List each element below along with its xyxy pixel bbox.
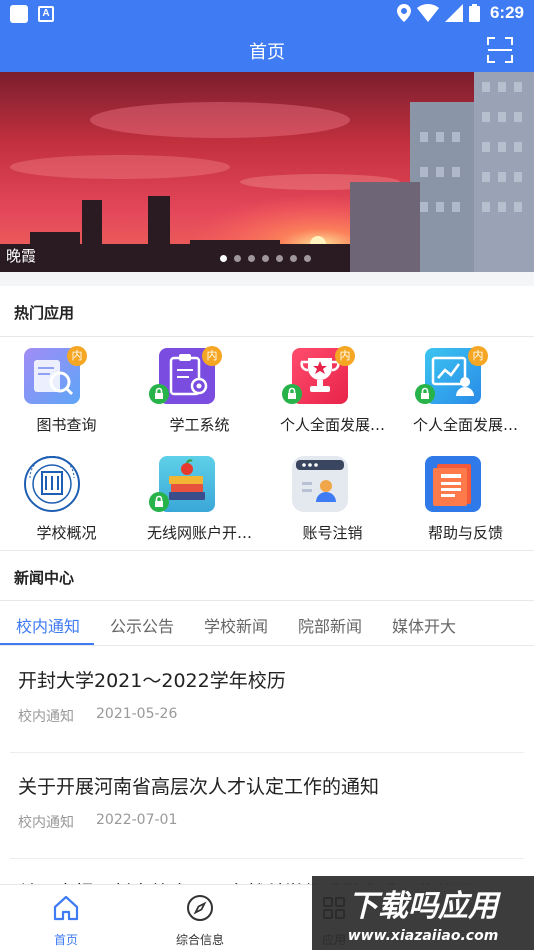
nav-label: 首页 <box>53 933 78 947</box>
divider <box>10 858 524 859</box>
news-center-title: 新闻中心 <box>14 569 75 587</box>
status-time: 6:29 <box>489 3 524 22</box>
app-label: 帮助与反馈 <box>427 524 503 542</box>
lock-icon <box>149 492 169 512</box>
carousel-dot[interactable] <box>248 255 255 262</box>
divider <box>10 752 524 753</box>
banner-carousel[interactable]: 晚霞 <box>0 72 534 272</box>
status-bar: A 6:29 <box>0 0 534 28</box>
compass-icon <box>187 895 213 921</box>
carousel-dot[interactable] <box>220 255 227 262</box>
carousel-dot[interactable] <box>276 255 283 262</box>
battery-icon <box>468 4 480 22</box>
carousel-dot[interactable] <box>262 255 269 262</box>
tab-campus-notice[interactable]: 校内通知 <box>16 613 80 637</box>
app-label: 个人全面发展… <box>412 416 518 434</box>
app-label: 图书查询 <box>36 416 97 434</box>
news-date: 2021-05-26 <box>96 706 178 722</box>
app-label: 个人全面发展… <box>279 416 385 434</box>
section-gap <box>0 272 534 286</box>
news-item[interactable]: 关于开展河南省高层次人才认定工作的通知 校内通知 2022-07-01 <box>18 772 518 858</box>
app-label: 无线网账户开… <box>146 524 252 542</box>
tab-public-announcement[interactable]: 公示公告 <box>110 613 174 637</box>
app-account-cancel[interactable]: 账号注销 <box>266 456 399 562</box>
lock-icon <box>415 384 435 404</box>
home-icon <box>53 895 79 921</box>
page-title: 首页 <box>249 42 285 63</box>
lock-icon <box>282 384 302 404</box>
divider <box>0 550 534 551</box>
news-item[interactable]: 开封大学2021～2022学年校历 校内通知 2021-05-26 <box>18 666 518 752</box>
internal-badge: 内 <box>202 346 222 366</box>
carousel-dot[interactable] <box>234 255 241 262</box>
tab-school-news[interactable]: 学校新闻 <box>204 613 268 637</box>
svg-text:www.xiazaiiao.com: www.xiazaiiao.com <box>348 928 499 944</box>
app-label: 账号注销 <box>302 524 363 542</box>
carousel-dot[interactable] <box>290 255 297 262</box>
nav-info[interactable]: 综合信息 <box>150 893 250 948</box>
a-square-icon: A <box>38 6 54 22</box>
banner-caption: 晚霞 <box>6 247 37 265</box>
wifi-icon <box>416 4 439 22</box>
news-tabs: 校内通知 公示公告 学校新闻 院部新闻 媒体开大 <box>0 601 534 646</box>
app-label: 学工系统 <box>169 416 230 434</box>
app-header: 首页 <box>0 28 534 72</box>
news-title: 关于开展河南省高层次人才认定工作的通知 <box>18 776 380 798</box>
app-wifi-account[interactable]: 无线网账户开… <box>133 456 266 562</box>
divider <box>0 645 534 646</box>
tab-department-news[interactable]: 院部新闻 <box>298 613 362 637</box>
app-personal-development-1[interactable]: 内 个人全面发展… <box>266 346 399 454</box>
app-student-affairs[interactable]: 内 学工系统 <box>133 346 266 454</box>
location-icon <box>396 4 411 22</box>
internal-badge: 内 <box>67 346 87 366</box>
scan-icon[interactable] <box>486 36 514 64</box>
carousel-dots <box>220 255 311 262</box>
site-watermark: 下载吗应用 www.xiazaiiao.com <box>312 876 534 950</box>
lock-icon <box>149 384 169 404</box>
nav-label: 综合信息 <box>175 933 224 947</box>
tab-media[interactable]: 媒体开大 <box>392 613 456 637</box>
nav-home[interactable]: 首页 <box>16 893 116 948</box>
svg-text:下载吗应用: 下载吗应用 <box>348 889 502 924</box>
signal-icon <box>444 4 463 22</box>
news-category: 校内通知 <box>18 815 74 831</box>
app-personal-development-2[interactable]: 内 个人全面发展… <box>399 346 532 454</box>
account-card-icon <box>292 456 348 512</box>
news-category: 校内通知 <box>18 709 74 725</box>
app-book-search[interactable]: 内 图书查询 <box>0 346 133 454</box>
hot-apps-title: 热门应用 <box>14 304 75 322</box>
internal-badge: 内 <box>468 346 488 366</box>
banner-image <box>0 72 534 272</box>
app-school-overview[interactable]: 学校概况 <box>0 456 133 562</box>
app-label: 学校概况 <box>36 524 97 542</box>
university-seal-icon <box>24 456 80 512</box>
internal-badge: 内 <box>335 346 355 366</box>
notification-square-icon <box>10 5 28 23</box>
carousel-dot[interactable] <box>304 255 311 262</box>
app-help-feedback[interactable]: 帮助与反馈 <box>399 456 532 562</box>
news-title: 开封大学2021～2022学年校历 <box>18 670 286 692</box>
news-date: 2022-07-01 <box>96 812 178 828</box>
divider <box>0 336 534 337</box>
document-help-icon <box>425 456 481 512</box>
